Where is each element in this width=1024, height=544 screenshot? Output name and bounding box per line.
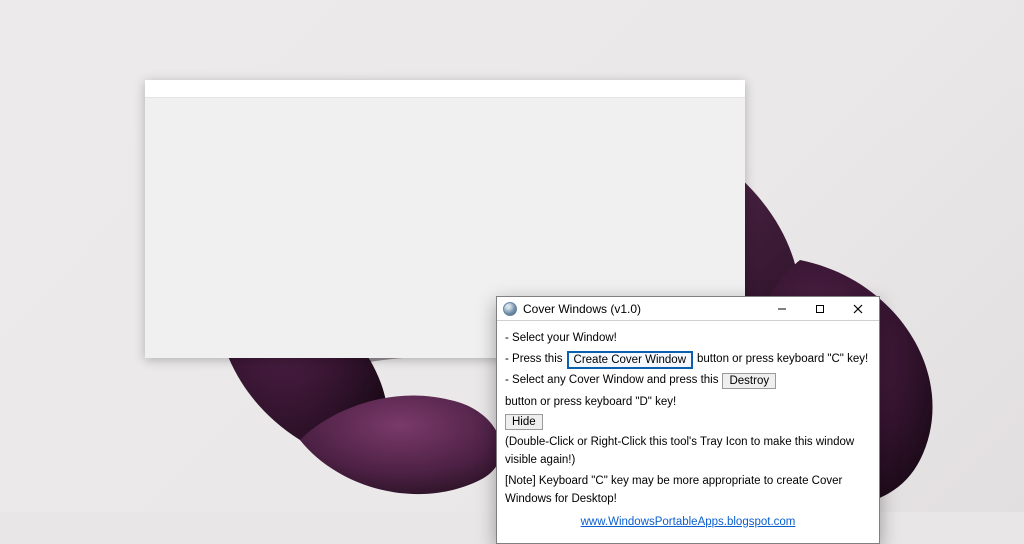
app-body: - Select your Window! - Press this Creat… — [497, 321, 879, 543]
instruction-create-suffix: button or press keyboard "C" key! — [697, 351, 868, 369]
website-link[interactable]: www.WindowsPortableApps.blogspot.com — [505, 514, 871, 532]
close-icon — [853, 304, 863, 314]
maximize-button[interactable] — [801, 298, 839, 320]
app-icon — [503, 302, 517, 316]
instruction-select-window: - Select your Window! — [505, 330, 617, 348]
minimize-icon — [777, 304, 787, 314]
window-controls — [763, 297, 877, 320]
hide-button[interactable]: Hide — [505, 414, 543, 430]
close-button[interactable] — [839, 298, 877, 320]
cover-window-titlebar[interactable] — [145, 80, 745, 98]
app-window: Cover Windows (v1.0) - Select your Windo… — [496, 296, 880, 544]
note-text: [Note] Keyboard "C" key may be more appr… — [505, 473, 871, 509]
destroy-button[interactable]: Destroy — [722, 373, 776, 389]
create-cover-window-button[interactable]: Create Cover Window — [567, 351, 693, 369]
hide-hint: (Double-Click or Right-Click this tool's… — [505, 434, 871, 470]
instruction-destroy-prefix: - Select any Cover Window and press this — [505, 372, 718, 390]
window-title: Cover Windows (v1.0) — [523, 302, 763, 316]
maximize-icon — [815, 304, 825, 314]
instruction-destroy-suffix: button or press keyboard "D" key! — [505, 394, 676, 412]
titlebar[interactable]: Cover Windows (v1.0) — [497, 297, 879, 321]
instruction-create-prefix: - Press this — [505, 351, 563, 369]
minimize-button[interactable] — [763, 298, 801, 320]
